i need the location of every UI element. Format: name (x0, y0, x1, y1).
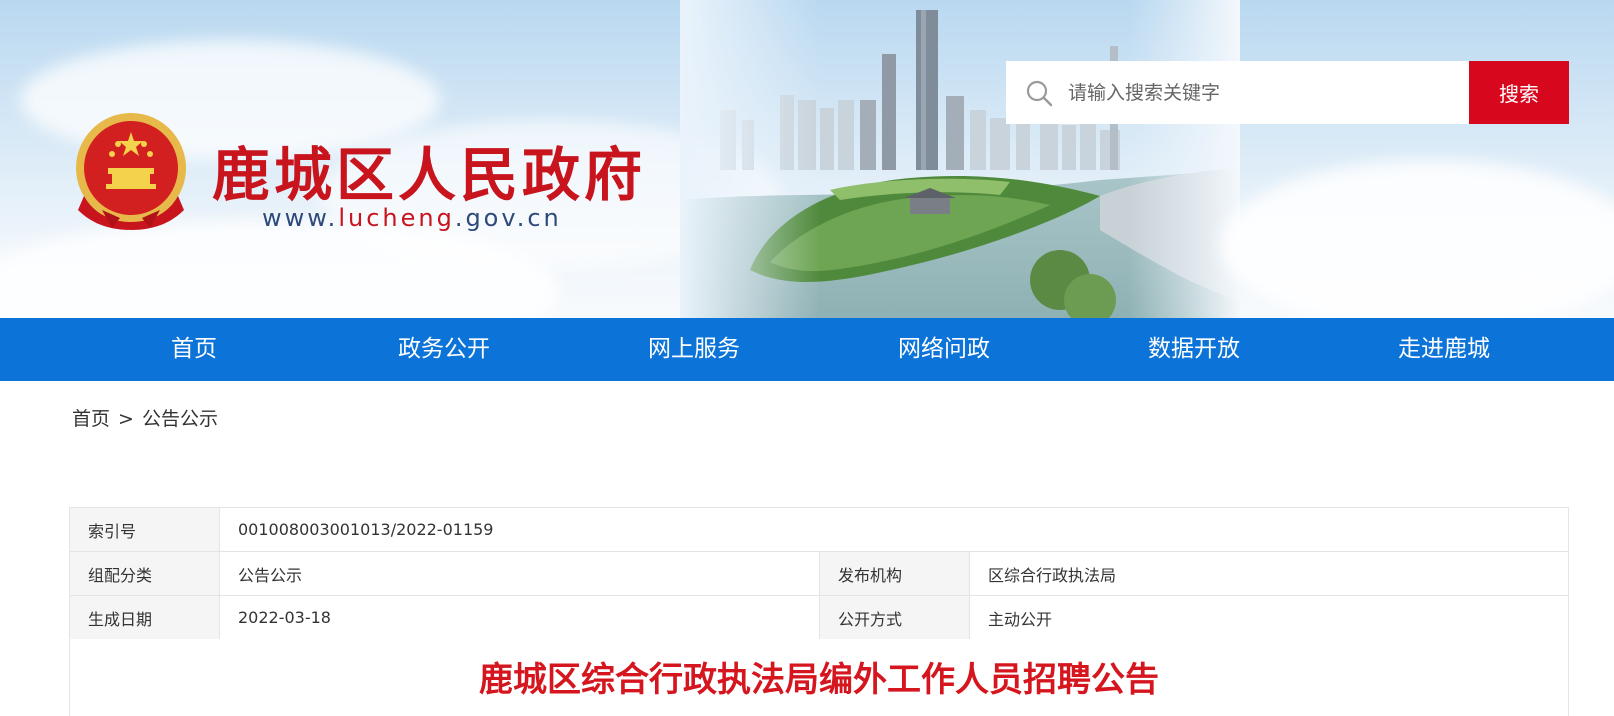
breadcrumb-home-link[interactable]: 首页 (72, 408, 110, 430)
nav-item-gov-affairs[interactable]: 政务公开 (344, 318, 544, 381)
publisher-value: 区综合行政执法局 (969, 551, 1569, 596)
nav-item-online-inquiry[interactable]: 网络问政 (844, 318, 1044, 381)
search-button[interactable]: 搜索 (1469, 61, 1569, 124)
category-value: 公告公示 (219, 551, 820, 596)
nav-item-online-services[interactable]: 网上服务 (594, 318, 794, 381)
publisher-label: 发布机构 (819, 551, 970, 596)
document-info-table: 索引号 001008003001013/2022-01159 组配分类 公告公示… (69, 507, 1569, 640)
site-url-prefix: www. (262, 204, 339, 232)
table-row: 生成日期 2022-03-18 公开方式 主动公开 (69, 595, 1569, 640)
national-emblem-logo (76, 113, 186, 230)
disclosure-label: 公开方式 (819, 595, 970, 640)
nav-item-home[interactable]: 首页 (94, 318, 294, 381)
banner-cloud (1220, 160, 1614, 318)
site-url-suffix: .gov.cn (454, 204, 562, 232)
disclosure-value: 主动公开 (969, 595, 1569, 640)
main-nav: 首页 政务公开 网上服务 网络问政 数据开放 走进鹿城 (0, 318, 1614, 381)
search-input[interactable] (1068, 61, 1458, 124)
breadcrumb-current-link[interactable]: 公告公示 (142, 408, 218, 430)
search-box (1006, 61, 1469, 124)
index-value: 001008003001013/2022-01159 (219, 507, 1569, 552)
search-icon (1026, 80, 1053, 106)
site-url: www.lucheng.gov.cn (262, 204, 562, 232)
table-row: 索引号 001008003001013/2022-01159 (69, 507, 1569, 552)
breadcrumb-separator: > (118, 408, 134, 430)
site-url-highlight: lucheng (338, 204, 455, 232)
date-label: 生成日期 (69, 595, 220, 640)
table-row: 组配分类 公告公示 发布机构 区综合行政执法局 (69, 551, 1569, 596)
category-label: 组配分类 (69, 551, 220, 596)
nav-item-open-data[interactable]: 数据开放 (1094, 318, 1294, 381)
nav-item-about-lucheng[interactable]: 走进鹿城 (1344, 318, 1544, 381)
index-label: 索引号 (69, 507, 220, 552)
article-title: 鹿城区综合行政执法局编外工作人员招聘公告 (479, 660, 1159, 700)
breadcrumb: 首页 > 公告公示 (72, 404, 218, 431)
date-value: 2022-03-18 (219, 595, 820, 640)
city-skyline-image (680, 0, 1240, 318)
site-title: 鹿城区人民政府 (212, 141, 647, 209)
header-banner: 鹿城区人民政府 www.lucheng.gov.cn 搜索 (0, 0, 1614, 318)
